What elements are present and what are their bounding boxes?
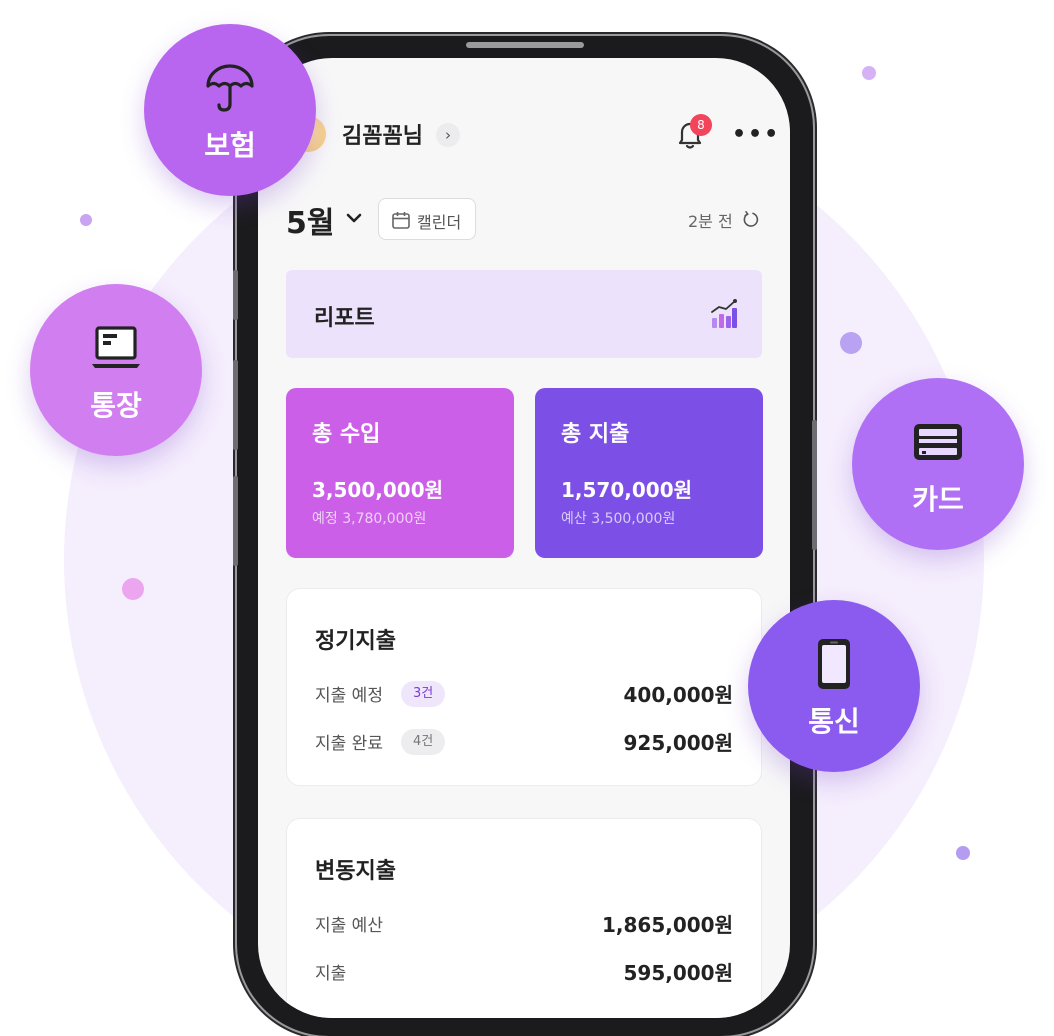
expense-budget: 예산 3,500,000원: [561, 511, 676, 527]
decor-dot: [122, 578, 144, 600]
count-badge: 4건: [401, 729, 446, 755]
bank-account-bubble[interactable]: 통장: [30, 284, 202, 456]
count-badge: 3건: [401, 681, 446, 707]
regular-expense-title: 정기지출: [315, 629, 396, 654]
calendar-label: 캘린더: [417, 213, 462, 232]
total-income-card[interactable]: 총 수입 3,500,000원 예정 3,780,000원: [286, 388, 514, 558]
refresh-icon[interactable]: [742, 210, 760, 228]
telecom-label: 통신: [808, 705, 860, 738]
card-label: 카드: [912, 483, 964, 516]
username[interactable]: 김꼼꼼님: [342, 118, 423, 150]
row-value: 1,865,000원: [601, 913, 733, 937]
decor-dot: [862, 66, 876, 80]
expense-title: 총 지출: [561, 422, 630, 447]
row-label: 지출: [315, 964, 347, 984]
expense-amount: 1,570,000원: [561, 478, 693, 502]
chevron-down-icon[interactable]: [344, 208, 364, 228]
phone-side-button: [233, 476, 238, 566]
phone-power-button: [812, 420, 817, 550]
month-selector[interactable]: 5월: [286, 198, 334, 242]
income-amount: 3,500,000원: [312, 478, 444, 502]
calendar-button[interactable]: 캘린더: [378, 198, 476, 240]
income-expected: 예정 3,780,000원: [312, 511, 427, 527]
insurance-bubble[interactable]: 보험: [144, 24, 316, 196]
calendar-icon: [392, 212, 410, 229]
phone-speaker: [466, 42, 584, 48]
last-updated: 2분 전: [688, 212, 733, 231]
telecom-bubble[interactable]: 통신: [748, 600, 920, 772]
row-label: 지출 완료: [315, 734, 383, 754]
credit-card-icon: [914, 424, 962, 460]
decor-dot: [840, 332, 862, 354]
phone-side-button: [233, 360, 238, 450]
app-screen: 김꼼꼼님 › 8 ••• 5월 캘린더 2분 전 리포트 총 수입 3,500,…: [258, 58, 790, 1018]
decor-dot: [80, 214, 92, 226]
row-label: 지출 예산: [315, 916, 383, 936]
phone-side-button: [233, 270, 238, 320]
chevron-right-icon[interactable]: ›: [436, 123, 460, 147]
row-label: 지출 예정: [315, 686, 383, 706]
bar-chart-icon: [711, 299, 737, 328]
more-menu-icon[interactable]: •••: [732, 122, 780, 147]
notification-badge: 8: [690, 114, 712, 136]
decor-dot: [956, 846, 970, 860]
variable-expense-panel[interactable]: 변동지출 지출 예산 1,865,000원 지출 595,000원: [286, 818, 762, 1018]
row-value: 400,000원: [623, 683, 734, 707]
laptop-icon: [92, 326, 140, 368]
smartphone-icon: [818, 639, 850, 689]
income-title: 총 수입: [312, 422, 381, 447]
total-expense-card[interactable]: 총 지출 1,570,000원 예산 3,500,000원: [535, 388, 763, 558]
bank-account-label: 통장: [90, 389, 142, 422]
report-title: 리포트: [314, 306, 375, 331]
umbrella-icon: [206, 64, 254, 112]
row-value: 595,000원: [623, 961, 734, 985]
row-value: 925,000원: [623, 731, 734, 755]
report-banner[interactable]: 리포트: [286, 270, 762, 358]
card-bubble[interactable]: 카드: [852, 378, 1024, 550]
regular-expense-panel[interactable]: 정기지출 지출 예정 3건 400,000원 지출 완료 4건 925,000원: [286, 588, 762, 786]
insurance-label: 보험: [204, 129, 256, 162]
variable-expense-title: 변동지출: [315, 859, 396, 884]
